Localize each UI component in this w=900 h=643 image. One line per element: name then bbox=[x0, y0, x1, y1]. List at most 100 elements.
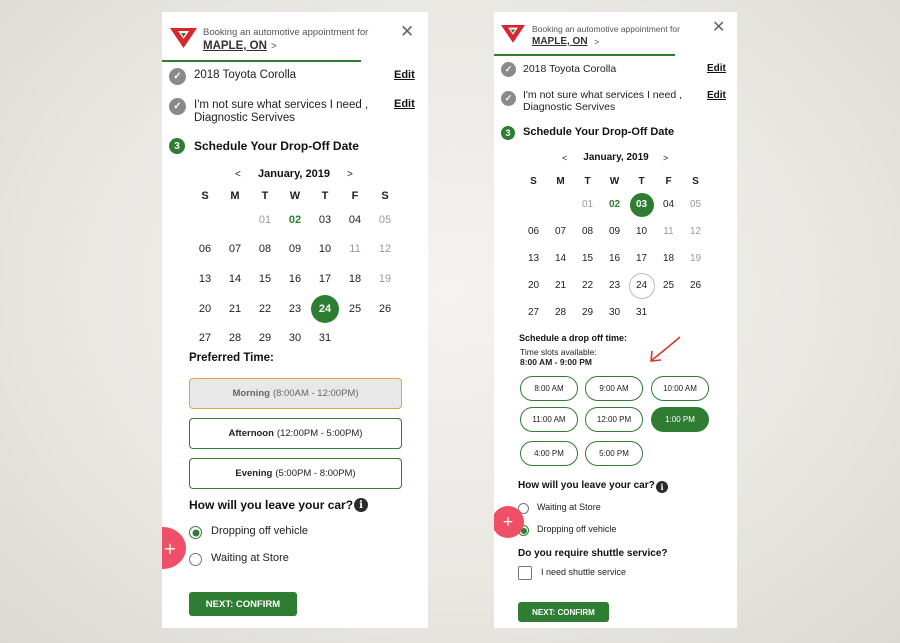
leave-car-radio[interactable] bbox=[189, 553, 202, 566]
calendar-day[interactable]: 25 bbox=[340, 294, 370, 324]
calendar-day[interactable]: 27 bbox=[520, 299, 547, 326]
info-icon[interactable]: i bbox=[656, 481, 668, 493]
calendar-day[interactable]: 30 bbox=[280, 323, 310, 353]
calendar-day[interactable]: 15 bbox=[250, 264, 280, 294]
calendar-day[interactable]: 06 bbox=[190, 235, 220, 265]
location-chevron-icon[interactable]: > bbox=[594, 37, 599, 47]
calendar-day[interactable]: 15 bbox=[574, 245, 601, 272]
weekday-header: W bbox=[289, 189, 301, 202]
close-button[interactable]: ✕ bbox=[712, 20, 725, 36]
calendar-day[interactable]: 10 bbox=[628, 218, 655, 245]
calendar-day[interactable]: 31 bbox=[628, 299, 655, 326]
calendar-day[interactable]: 20 bbox=[190, 294, 220, 324]
calendar-day[interactable]: 29 bbox=[574, 299, 601, 326]
calendar-day[interactable]: 13 bbox=[520, 245, 547, 272]
preferred-time-morning-button[interactable]: Morning (8:00AM - 12:00PM) bbox=[189, 378, 402, 409]
time-slot[interactable]: 9:00 AM bbox=[585, 376, 643, 401]
calendar-day[interactable]: 12 bbox=[370, 235, 400, 265]
calendar-day[interactable]: 21 bbox=[547, 272, 574, 299]
calendar-day[interactable]: 25 bbox=[655, 272, 682, 299]
calendar-day[interactable]: 05 bbox=[682, 191, 709, 218]
next-confirm-button[interactable]: NEXT: CONFIRM bbox=[518, 602, 609, 622]
calendar-day[interactable]: 22 bbox=[574, 272, 601, 299]
calendar-day[interactable]: 05 bbox=[370, 205, 400, 235]
time-slots-available-label: Time slots available: bbox=[520, 347, 597, 357]
calendar-day-number: 16 bbox=[288, 272, 302, 285]
arrow-annotation-icon bbox=[650, 336, 681, 362]
calendar-day[interactable]: 26 bbox=[370, 294, 400, 324]
next-month-button[interactable]: > bbox=[347, 169, 353, 180]
calendar-day[interactable]: 01 bbox=[250, 205, 280, 235]
calendar-day[interactable]: 28 bbox=[220, 323, 250, 353]
calendar-day[interactable]: 27 bbox=[190, 323, 220, 353]
close-button[interactable]: ✕ bbox=[400, 23, 414, 40]
time-slot[interactable]: 11:00 AM bbox=[520, 407, 578, 432]
calendar-day[interactable]: 14 bbox=[220, 264, 250, 294]
calendar-day[interactable]: 18 bbox=[340, 264, 370, 294]
calendar-day[interactable]: 07 bbox=[547, 218, 574, 245]
calendar-day[interactable]: 19 bbox=[682, 245, 709, 272]
calendar-day-selected[interactable]: 24 bbox=[310, 294, 340, 324]
time-slot[interactable]: 12:00 PM bbox=[585, 407, 643, 432]
calendar-day[interactable]: 23 bbox=[280, 294, 310, 324]
calendar-day[interactable]: 04 bbox=[340, 205, 370, 235]
calendar-day[interactable]: 29 bbox=[250, 323, 280, 353]
calendar-day[interactable]: 20 bbox=[520, 272, 547, 299]
location-link[interactable]: MAPLE, ON bbox=[532, 36, 588, 47]
edit-services-link[interactable]: Edit bbox=[707, 90, 726, 101]
edit-services-link[interactable]: Edit bbox=[394, 98, 415, 110]
time-slot-selected[interactable]: 1:00 PM bbox=[651, 407, 709, 432]
edit-vehicle-link[interactable]: Edit bbox=[394, 69, 415, 81]
calendar-day[interactable]: 02 bbox=[280, 205, 310, 235]
calendar-day[interactable]: 13 bbox=[190, 264, 220, 294]
preferred-time-evening-button[interactable]: Evening (5:00PM - 8:00PM) bbox=[189, 458, 402, 489]
calendar-day[interactable]: 09 bbox=[280, 235, 310, 265]
time-slot[interactable]: 4:00 PM bbox=[520, 441, 578, 466]
calendar-day[interactable]: 30 bbox=[601, 299, 628, 326]
calendar-day[interactable]: 17 bbox=[310, 264, 340, 294]
calendar-day[interactable]: 21 bbox=[220, 294, 250, 324]
calendar-day[interactable]: 22 bbox=[250, 294, 280, 324]
calendar-day[interactable]: 06 bbox=[520, 218, 547, 245]
calendar-day[interactable]: 18 bbox=[655, 245, 682, 272]
calendar-day[interactable]: 10 bbox=[310, 235, 340, 265]
leave-car-radio[interactable] bbox=[189, 526, 202, 539]
calendar-day[interactable]: 17 bbox=[628, 245, 655, 272]
calendar-day[interactable]: 19 bbox=[370, 264, 400, 294]
calendar-day[interactable]: 09 bbox=[601, 218, 628, 245]
calendar-day[interactable]: 31 bbox=[310, 323, 340, 353]
calendar-day[interactable]: 02 bbox=[601, 191, 628, 218]
time-slot[interactable]: 10:00 AM bbox=[651, 376, 709, 401]
prev-month-button[interactable]: < bbox=[235, 169, 241, 180]
time-slot[interactable]: 8:00 AM bbox=[520, 376, 578, 401]
calendar-day[interactable]: 26 bbox=[682, 272, 709, 299]
calendar-day[interactable]: 11 bbox=[340, 235, 370, 265]
calendar-day[interactable]: 01 bbox=[574, 191, 601, 218]
edit-vehicle-link[interactable]: Edit bbox=[707, 63, 726, 74]
weekday-header: S bbox=[381, 189, 389, 202]
calendar-day-selected[interactable]: 03 bbox=[628, 191, 655, 218]
calendar-day[interactable]: 16 bbox=[280, 264, 310, 294]
calendar-day[interactable]: 08 bbox=[250, 235, 280, 265]
next-month-button[interactable]: > bbox=[663, 153, 668, 163]
calendar-day[interactable]: 04 bbox=[655, 191, 682, 218]
calendar-day[interactable]: 23 bbox=[601, 272, 628, 299]
calendar-day[interactable]: 11 bbox=[655, 218, 682, 245]
shuttle-checkbox[interactable] bbox=[518, 566, 532, 580]
calendar-day[interactable]: 03 bbox=[310, 205, 340, 235]
location-chevron-icon[interactable]: > bbox=[271, 41, 277, 52]
add-fab-button[interactable]: + bbox=[162, 527, 186, 569]
info-icon[interactable]: i bbox=[354, 498, 368, 512]
time-slot[interactable]: 5:00 PM bbox=[585, 441, 643, 466]
preferred-time-afternoon-button[interactable]: Afternoon (12:00PM - 5:00PM) bbox=[189, 418, 402, 449]
next-confirm-button[interactable]: NEXT: CONFIRM bbox=[189, 592, 297, 616]
location-link[interactable]: MAPLE, ON bbox=[203, 40, 267, 52]
calendar-day[interactable]: 14 bbox=[547, 245, 574, 272]
calendar-day[interactable]: 08 bbox=[574, 218, 601, 245]
calendar-day[interactable]: 28 bbox=[547, 299, 574, 326]
calendar-day[interactable]: 07 bbox=[220, 235, 250, 265]
calendar-day[interactable]: 16 bbox=[601, 245, 628, 272]
prev-month-button[interactable]: < bbox=[562, 153, 567, 163]
calendar-day[interactable]: 12 bbox=[682, 218, 709, 245]
calendar-day[interactable]: 24 bbox=[628, 272, 655, 299]
